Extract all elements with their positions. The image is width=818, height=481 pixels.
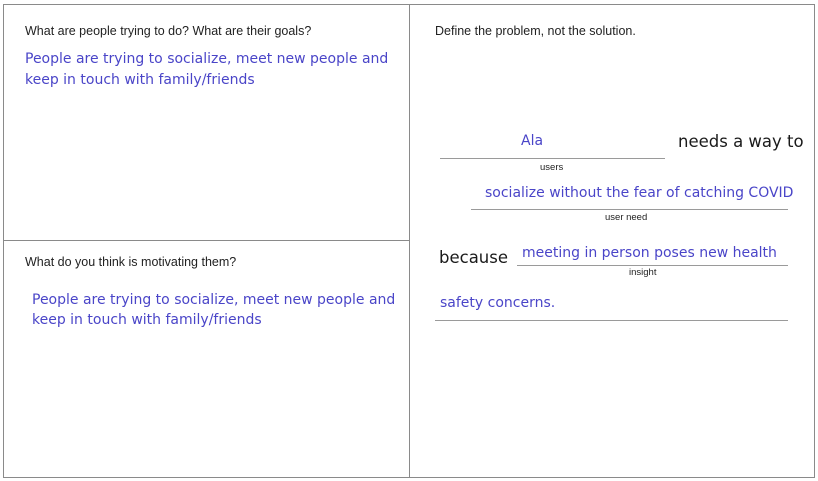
motivation-question: What do you think is motivating them? xyxy=(25,255,237,269)
insight-value: meeting in person poses new health xyxy=(522,245,777,261)
user-need-caption: user need xyxy=(605,212,648,223)
motivation-answer-line-2: keep in touch with family/friends xyxy=(32,312,262,328)
insight-continued: safety concerns. xyxy=(440,295,556,311)
user-need-underline xyxy=(471,209,788,210)
needs-a-way-to-text: needs a way to xyxy=(678,132,804,151)
because-text: because xyxy=(439,248,509,267)
problem-statement-panel xyxy=(409,4,815,478)
insight-caption: insight xyxy=(629,267,657,278)
goals-panel xyxy=(3,4,410,241)
motivation-answer-line-1: People are trying to socialize, meet new… xyxy=(32,292,396,308)
goals-answer-line-1: People are trying to socialize, meet new… xyxy=(25,51,389,67)
motivation-panel xyxy=(3,240,410,478)
user-need-value: socialize without the fear of catching C… xyxy=(485,185,794,201)
insight-continued-underline xyxy=(435,320,788,321)
users-caption: users xyxy=(540,162,564,173)
problem-heading: Define the problem, not the solution. xyxy=(435,24,636,38)
users-value: Ala xyxy=(521,133,544,149)
insight-underline xyxy=(517,265,788,266)
goals-answer-line-2: keep in touch with family/friends xyxy=(25,72,255,88)
goals-question: What are people trying to do? What are t… xyxy=(25,24,312,38)
users-underline xyxy=(440,158,665,159)
